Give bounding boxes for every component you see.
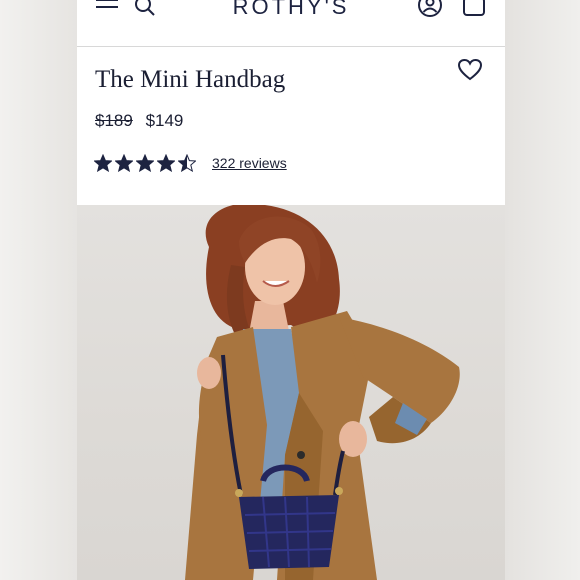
star-full-icon <box>94 154 112 172</box>
star-half-icon <box>178 154 196 172</box>
account-icon[interactable] <box>417 0 443 18</box>
background-left <box>0 0 77 580</box>
original-price: $189 <box>95 111 133 130</box>
star-full-icon <box>157 154 175 172</box>
star-full-icon <box>136 154 154 172</box>
bag-icon[interactable] <box>461 0 487 18</box>
wishlist-heart-icon[interactable] <box>457 58 483 87</box>
reviews-link[interactable]: 322 reviews <box>212 155 287 171</box>
sale-price: $149 <box>145 111 184 130</box>
product-title: The Mini Handbag <box>95 66 286 93</box>
star-full-icon <box>115 154 133 172</box>
product-page: ROTHY'S The Mini Handbag $189 $149 322 r… <box>77 0 505 580</box>
product-photo <box>77 205 505 580</box>
background-right <box>505 0 580 580</box>
price-row: $189 $149 <box>95 111 183 131</box>
site-header: ROTHY'S <box>77 0 505 47</box>
rating-row: 322 reviews <box>94 154 287 172</box>
model-with-handbag-image <box>185 205 460 580</box>
star-rating <box>94 154 196 172</box>
